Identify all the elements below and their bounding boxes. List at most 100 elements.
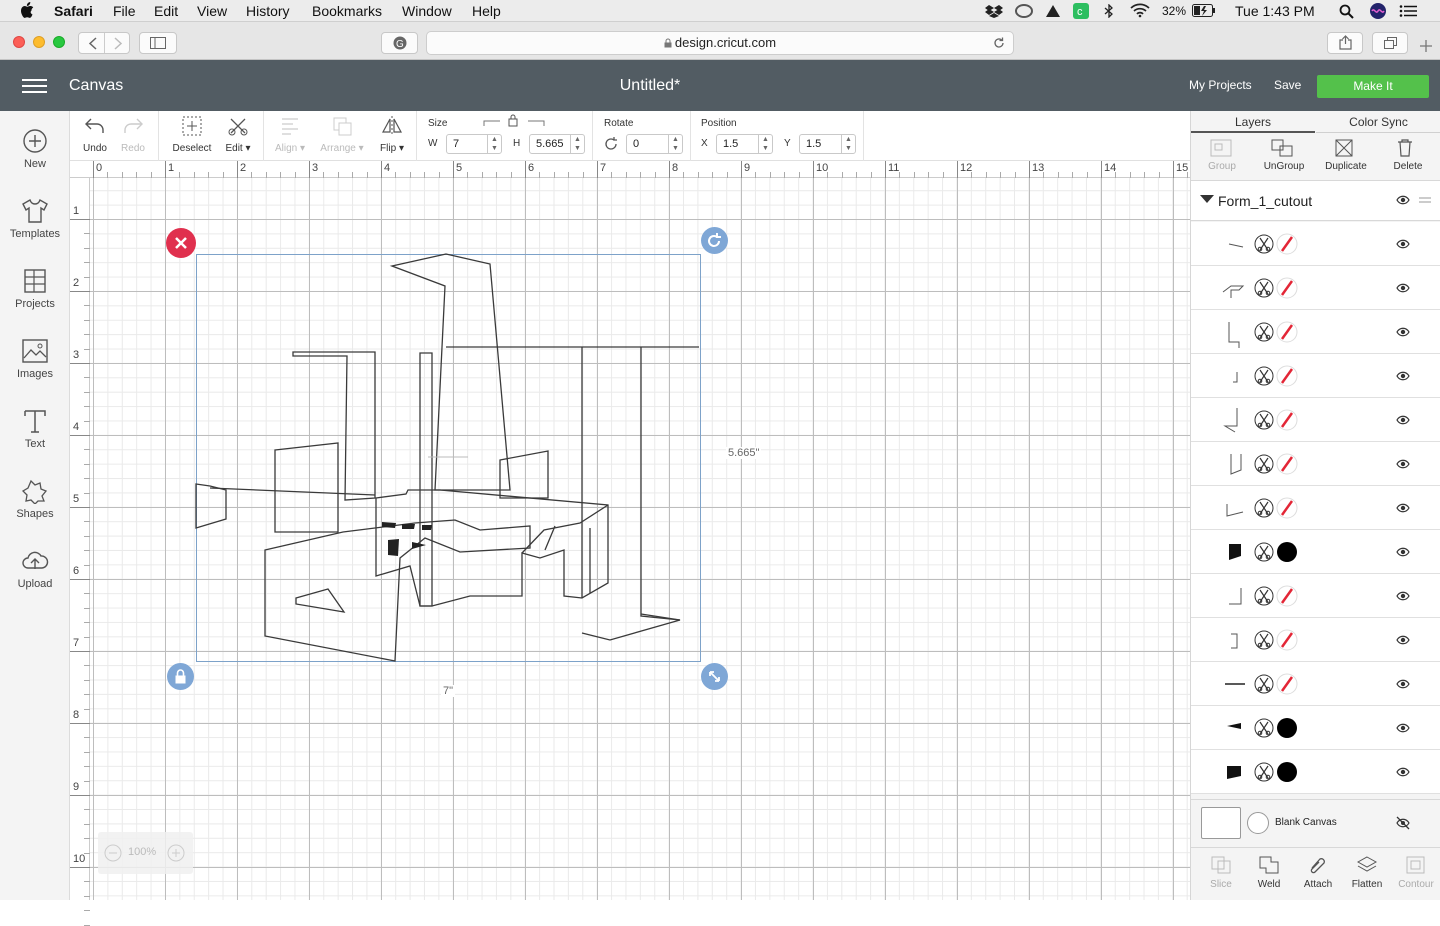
flatten-button[interactable]: Flatten [1342,879,1392,890]
canvas-color-circle[interactable] [1247,812,1269,834]
collapse-triangle-icon[interactable] [1200,194,1214,204]
blank-canvas-row[interactable]: Blank Canvas [1191,799,1440,847]
layer-row[interactable] [1191,222,1440,266]
notification-center-icon[interactable] [1399,5,1417,17]
cut-color-swatch[interactable] [1276,277,1298,299]
layer-row[interactable] [1191,618,1440,662]
layer-group-header[interactable]: Form_1_cutout [1191,181,1440,221]
cut-color-swatch[interactable] [1276,409,1298,431]
deselect-button[interactable]: Deselect [170,115,214,154]
layer-row[interactable] [1191,354,1440,398]
extension-button[interactable]: G [381,32,418,54]
hamburger-menu-icon[interactable] [22,78,48,94]
apple-icon[interactable] [20,2,34,18]
visibility-eye-icon[interactable] [1396,547,1410,557]
visibility-eye-icon[interactable] [1396,723,1410,733]
delete-selection-handle[interactable] [166,228,196,258]
visibility-eye-icon[interactable] [1396,415,1410,425]
save-button[interactable]: Save [1274,78,1301,92]
stepper-arrows[interactable]: ▲ ▼ [570,135,584,153]
evernote-icon[interactable]: c [1073,3,1089,19]
scissors-icon[interactable] [1254,762,1274,782]
lock-aspect-icon[interactable] [482,114,546,128]
rotate-handle[interactable] [701,227,728,254]
scissors-icon[interactable] [1254,586,1274,606]
fill-color-swatch[interactable] [1276,717,1298,739]
scissors-icon[interactable] [1254,234,1274,254]
contour-button[interactable]: Contour [1391,879,1440,890]
visibility-eye-icon[interactable] [1396,503,1410,513]
reload-icon[interactable] [993,37,1005,49]
scissors-icon[interactable] [1254,278,1274,298]
share-button[interactable] [1327,32,1363,54]
menu-window[interactable]: Window [402,3,452,19]
layer-row[interactable] [1191,266,1440,310]
layer-row[interactable] [1191,750,1440,794]
design-artwork[interactable] [90,178,1190,900]
zoom-window-button[interactable] [53,36,65,48]
rotate-input[interactable]: 0 ▲ ▼ [626,134,683,154]
layer-row[interactable] [1191,486,1440,530]
close-window-button[interactable] [13,36,25,48]
stepper-arrows[interactable]: ▲ ▼ [668,135,682,153]
battery-icon[interactable] [1192,4,1216,17]
fill-color-swatch[interactable] [1276,761,1298,783]
group-button[interactable]: Group [1192,161,1252,172]
nav-images[interactable]: Images [0,338,70,398]
cut-color-swatch[interactable] [1276,497,1298,519]
scissors-icon[interactable] [1254,366,1274,386]
creative-cloud-icon[interactable] [1015,4,1033,18]
document-title[interactable]: Untitled* [560,77,740,95]
hidden-eye-icon[interactable] [1395,816,1411,830]
visibility-eye-icon[interactable] [1396,371,1410,381]
nav-projects[interactable]: Projects [0,268,70,328]
tab-layers[interactable]: Layers [1191,111,1315,133]
scissors-icon[interactable] [1254,410,1274,430]
cut-color-swatch[interactable] [1276,585,1298,607]
arrange-dropdown[interactable]: Arrange ▾ [316,115,368,154]
layer-row[interactable] [1191,398,1440,442]
fill-color-swatch[interactable] [1276,541,1298,563]
stepper-arrows[interactable]: ▲ ▼ [758,135,772,153]
scissors-icon[interactable] [1254,322,1274,342]
zoom-out-icon[interactable] [104,844,122,862]
resize-handle[interactable] [701,663,728,690]
layer-row[interactable] [1191,530,1440,574]
menu-view[interactable]: View [197,3,227,19]
forward-icon[interactable] [113,37,123,50]
menu-help[interactable]: Help [472,3,501,19]
my-projects-link[interactable]: My Projects [1189,78,1252,92]
scissors-icon[interactable] [1254,630,1274,650]
cut-color-swatch[interactable] [1276,321,1298,343]
visibility-eye-icon[interactable] [1396,635,1410,645]
tabs-overview-button[interactable] [1372,32,1408,54]
design-canvas[interactable]: 5.665" 7" 100% [90,178,1190,900]
scissors-icon[interactable] [1254,674,1274,694]
new-tab-icon[interactable] [1418,38,1434,54]
cut-color-swatch[interactable] [1276,453,1298,475]
menu-bookmarks[interactable]: Bookmarks [312,3,382,19]
visibility-eye-icon[interactable] [1396,283,1410,293]
cut-color-swatch[interactable] [1276,673,1298,695]
cut-color-swatch[interactable] [1276,365,1298,387]
scissors-icon[interactable] [1254,542,1274,562]
menu-app-name[interactable]: Safari [54,3,93,19]
layer-row[interactable] [1191,574,1440,618]
width-input[interactable]: 7 ▲ ▼ [446,134,502,154]
siri-icon[interactable] [1370,3,1386,19]
edit-dropdown[interactable]: Edit ▾ [220,115,256,154]
zoom-in-icon[interactable] [167,844,185,862]
layer-row[interactable] [1191,442,1440,486]
menubar-clock[interactable]: Tue 1:43 PM [1235,3,1315,19]
position-y-input[interactable]: 1.5 ▲ ▼ [799,134,856,154]
layer-row[interactable] [1191,310,1440,354]
nav-templates[interactable]: Templates [0,198,70,258]
spotlight-search-icon[interactable] [1339,4,1354,19]
menu-history[interactable]: History [246,3,290,19]
tab-color-sync[interactable]: Color Sync [1316,111,1440,133]
nav-upload[interactable]: Upload [0,548,70,608]
sidebar-toggle-button[interactable] [139,32,177,54]
scissors-icon[interactable] [1254,454,1274,474]
slice-button[interactable]: Slice [1196,879,1246,890]
scissors-icon[interactable] [1254,498,1274,518]
